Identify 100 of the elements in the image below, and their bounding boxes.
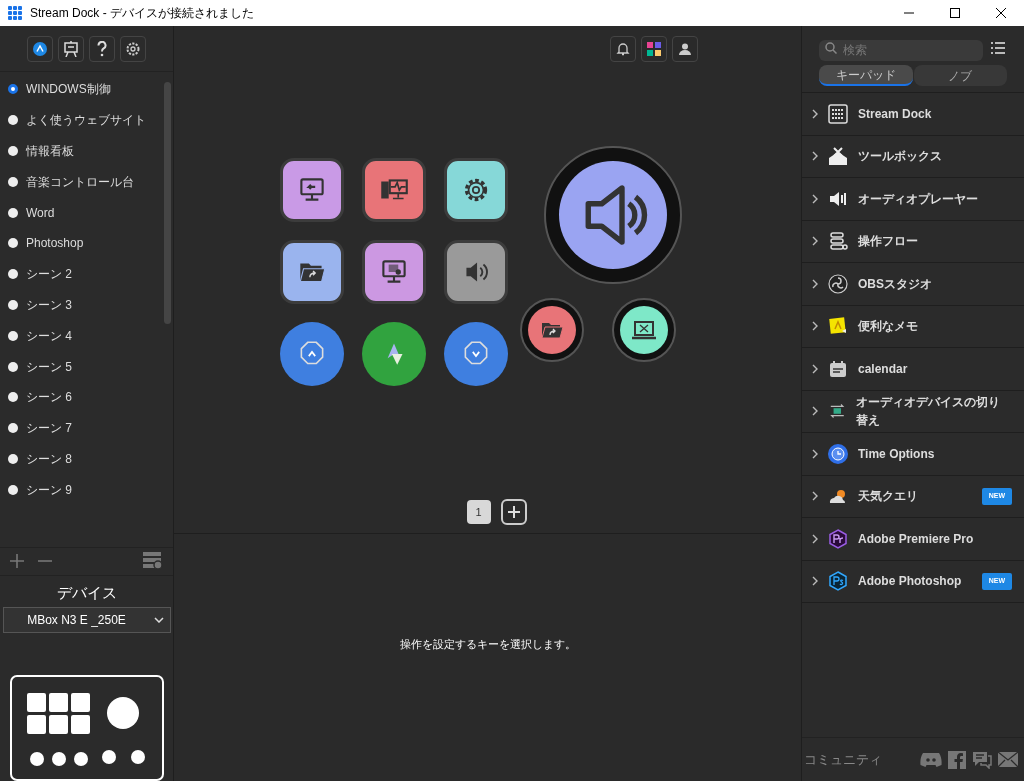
chevron-right-icon [812,321,818,332]
radio-button[interactable] [8,330,18,341]
premiere-icon [828,528,848,549]
device-heading: デバイス [56,582,117,603]
radio-button[interactable] [8,115,18,126]
radio-button[interactable] [8,207,18,218]
radio-button[interactable] [8,146,18,156]
radio-button[interactable] [8,484,18,495]
key-button[interactable] [444,158,508,222]
account-button[interactable] [672,36,698,62]
search-icon [825,41,837,54]
plugin-category[interactable]: OBSスタジオ [802,263,1024,306]
sticky-note-icon [828,316,848,337]
notification-button[interactable] [610,36,636,62]
scene-item[interactable]: シーン 9 [0,474,173,506]
tab[interactable]: ノブ [913,65,1007,86]
settings-button[interactable] [120,35,146,62]
radio-button[interactable] [8,392,18,403]
device-select[interactable]: MBox N3 E _250E [2,607,171,633]
easel-icon [63,40,79,57]
scene-item[interactable]: シーン 3 [0,289,173,321]
radio-button[interactable] [8,423,18,434]
scene-item[interactable]: シーン 4 [0,320,173,352]
add-page-button[interactable] [500,499,527,525]
plugin-category[interactable]: ツールボックス [802,135,1024,178]
help-icon [97,40,107,57]
page-button[interactable]: 1 [466,500,491,524]
radio-button[interactable] [8,238,18,249]
profile-button[interactable] [27,35,53,62]
flow-icon [828,231,848,252]
radio-button[interactable] [8,176,18,187]
chevron-right-icon [812,193,818,204]
tab[interactable]: キーパッド [819,65,913,86]
list-settings-icon [143,552,163,570]
chevron-right-icon [812,236,818,247]
key-button[interactable] [280,240,344,304]
list-view-button[interactable] [991,41,1005,54]
plus-icon [10,554,24,568]
scene-item[interactable]: シーン 6 [0,381,173,413]
radio-button[interactable] [8,453,18,464]
scene-manager-button[interactable] [143,552,163,570]
radio-button[interactable] [8,299,18,310]
plus-icon [507,506,520,518]
bell-icon [616,42,630,56]
chevron-right-icon [812,108,818,119]
plugin-category[interactable]: calendar [802,348,1024,391]
radio-button[interactable] [8,361,18,372]
plugin-category[interactable]: Adobe Premiere Pro [802,518,1024,561]
chevron-right-icon [812,491,818,502]
scrollbar[interactable] [164,82,171,324]
chevron-right-icon [812,363,818,374]
scene-item[interactable]: Photoshop [0,228,173,259]
chevron-right-icon [812,278,818,289]
store-button[interactable] [641,36,667,62]
key-button[interactable] [362,240,426,304]
chevron-right-icon [812,406,818,417]
mail-icon[interactable] [998,752,1018,767]
speech-bubbles-icon[interactable] [972,750,992,769]
settings-icon [125,40,141,57]
scene-item[interactable]: WINDOWS制御 [0,74,173,105]
key-button[interactable] [362,158,426,222]
close-icon [996,8,1006,18]
scene-item[interactable]: シーン 5 [0,351,173,382]
add-scene-button[interactable] [10,554,24,568]
window-title: Stream Dock - デバイスが接続されました [30,5,254,22]
scene-item[interactable]: Word [0,197,173,228]
scene-item[interactable]: シーン 8 [0,443,173,475]
scene-item[interactable]: 音楽コントロール台 [0,166,173,198]
maximize-icon [950,8,960,18]
plugin-category[interactable]: オーディオプレーヤー [802,178,1024,221]
plugin-category[interactable]: Stream Dock [802,93,1024,136]
search-field[interactable]: 検索 [819,39,983,61]
scene-item[interactable]: シーン 7 [0,412,173,444]
radio-button[interactable] [8,84,18,95]
help-button[interactable] [89,35,115,62]
scene-item[interactable]: 情報看板 [0,135,173,167]
toolbox-icon [828,146,848,167]
chevron-right-icon [812,576,818,587]
aperture-icon [828,273,848,294]
list-icon [991,41,1005,54]
chevron-down-icon [153,617,164,623]
scene-item[interactable]: よく使うウェブサイト [0,104,173,136]
plugin-category[interactable]: Time Options [802,433,1024,476]
chevron-right-icon [812,533,818,544]
calendar-icon [828,358,848,379]
community-label: コミュニティ [804,750,882,769]
plugin-category[interactable]: 操作フロー [802,220,1024,263]
facebook-icon[interactable] [948,750,966,769]
app-logo-icon [8,6,22,20]
radio-button[interactable] [8,269,18,280]
chevron-right-icon [812,448,818,459]
plugin-category[interactable]: オーディオデバイスの切り替え [802,390,1024,433]
chat-bubble-icon[interactable] [920,751,942,768]
plugin-category[interactable]: 便利なメモ [802,305,1024,348]
scene-item[interactable]: シーン 2 [0,258,173,290]
key-button[interactable] [444,240,508,304]
photoshop-icon [828,571,848,592]
easel-button[interactable] [58,35,84,62]
logo-icon [33,41,47,56]
key-button[interactable] [280,158,344,222]
